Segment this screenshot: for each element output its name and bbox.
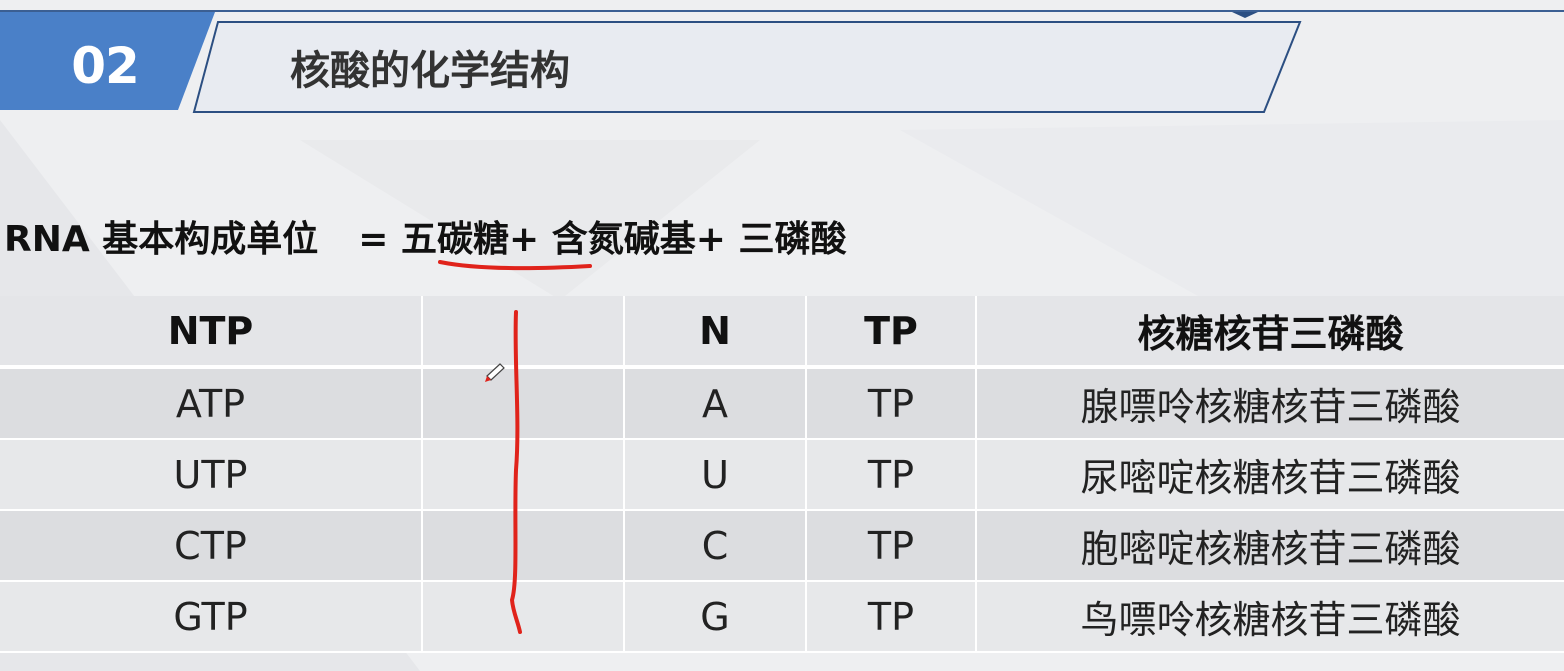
formula-pentose: 五碳糖 bbox=[400, 219, 509, 260]
logo-fragment-icon bbox=[1232, 12, 1258, 18]
section-number: 02 bbox=[71, 37, 140, 95]
cell-blank bbox=[422, 439, 625, 511]
cell-blank bbox=[422, 510, 625, 582]
formula-plus-2: + bbox=[695, 219, 726, 260]
formula-equals: = bbox=[358, 219, 389, 260]
header-tp: TP bbox=[806, 296, 977, 369]
cell-full-name: 胞嘧啶核糖核苷三磷酸 bbox=[976, 510, 1564, 582]
cell-blank bbox=[422, 367, 625, 440]
formula-triphosphate: 三磷酸 bbox=[738, 219, 847, 260]
header-full-name: 核糖核苷三磷酸 bbox=[976, 296, 1564, 369]
header-ntp: NTP bbox=[0, 296, 423, 369]
cell-n: U bbox=[624, 439, 807, 511]
table-row: UTP U TP 尿嘧啶核糖核苷三磷酸 bbox=[0, 439, 1564, 511]
cell-tp: TP bbox=[806, 581, 977, 653]
rna-formula: RNA 基本构成单位 = 五碳糖+ 含氮碱基+ 三磷酸 bbox=[4, 215, 846, 265]
cell-ntp: ATP bbox=[0, 367, 423, 440]
cell-tp: TP bbox=[806, 367, 977, 440]
formula-subject: RNA 基本构成单位 bbox=[4, 219, 319, 260]
cell-tp: TP bbox=[806, 439, 977, 511]
section-header-banner bbox=[0, 12, 1302, 113]
cell-tp: TP bbox=[806, 510, 977, 582]
header-n: N bbox=[624, 296, 807, 369]
table-row: CTP C TP 胞嘧啶核糖核苷三磷酸 bbox=[0, 510, 1564, 582]
cell-n: G bbox=[624, 581, 807, 653]
cell-n: C bbox=[624, 510, 807, 582]
cell-full-name: 腺嘌呤核糖核苷三磷酸 bbox=[976, 367, 1564, 440]
header-blank bbox=[422, 296, 625, 369]
cell-ntp: CTP bbox=[0, 510, 423, 582]
table-row: ATP A TP 腺嘌呤核糖核苷三磷酸 bbox=[0, 367, 1564, 440]
table-row: GTP G TP 鸟嘌呤核糖核苷三磷酸 bbox=[0, 581, 1564, 653]
formula-nitrogen-base: 含氮碱基 bbox=[551, 219, 696, 260]
cell-ntp: GTP bbox=[0, 581, 423, 653]
ntp-table: NTP N TP 核糖核苷三磷酸 ATP A TP 腺嘌呤核糖核苷三磷酸 UTP… bbox=[0, 296, 1564, 653]
cell-blank bbox=[422, 581, 625, 653]
cell-full-name: 鸟嘌呤核糖核苷三磷酸 bbox=[976, 581, 1564, 653]
formula-plus-1: + bbox=[508, 219, 540, 260]
table-header-row: NTP N TP 核糖核苷三磷酸 bbox=[0, 296, 1564, 369]
cell-ntp: UTP bbox=[0, 439, 423, 511]
cell-full-name: 尿嘧啶核糖核苷三磷酸 bbox=[976, 439, 1564, 511]
section-title: 核酸的化学结构 bbox=[290, 48, 570, 94]
cell-n: A bbox=[624, 367, 807, 440]
